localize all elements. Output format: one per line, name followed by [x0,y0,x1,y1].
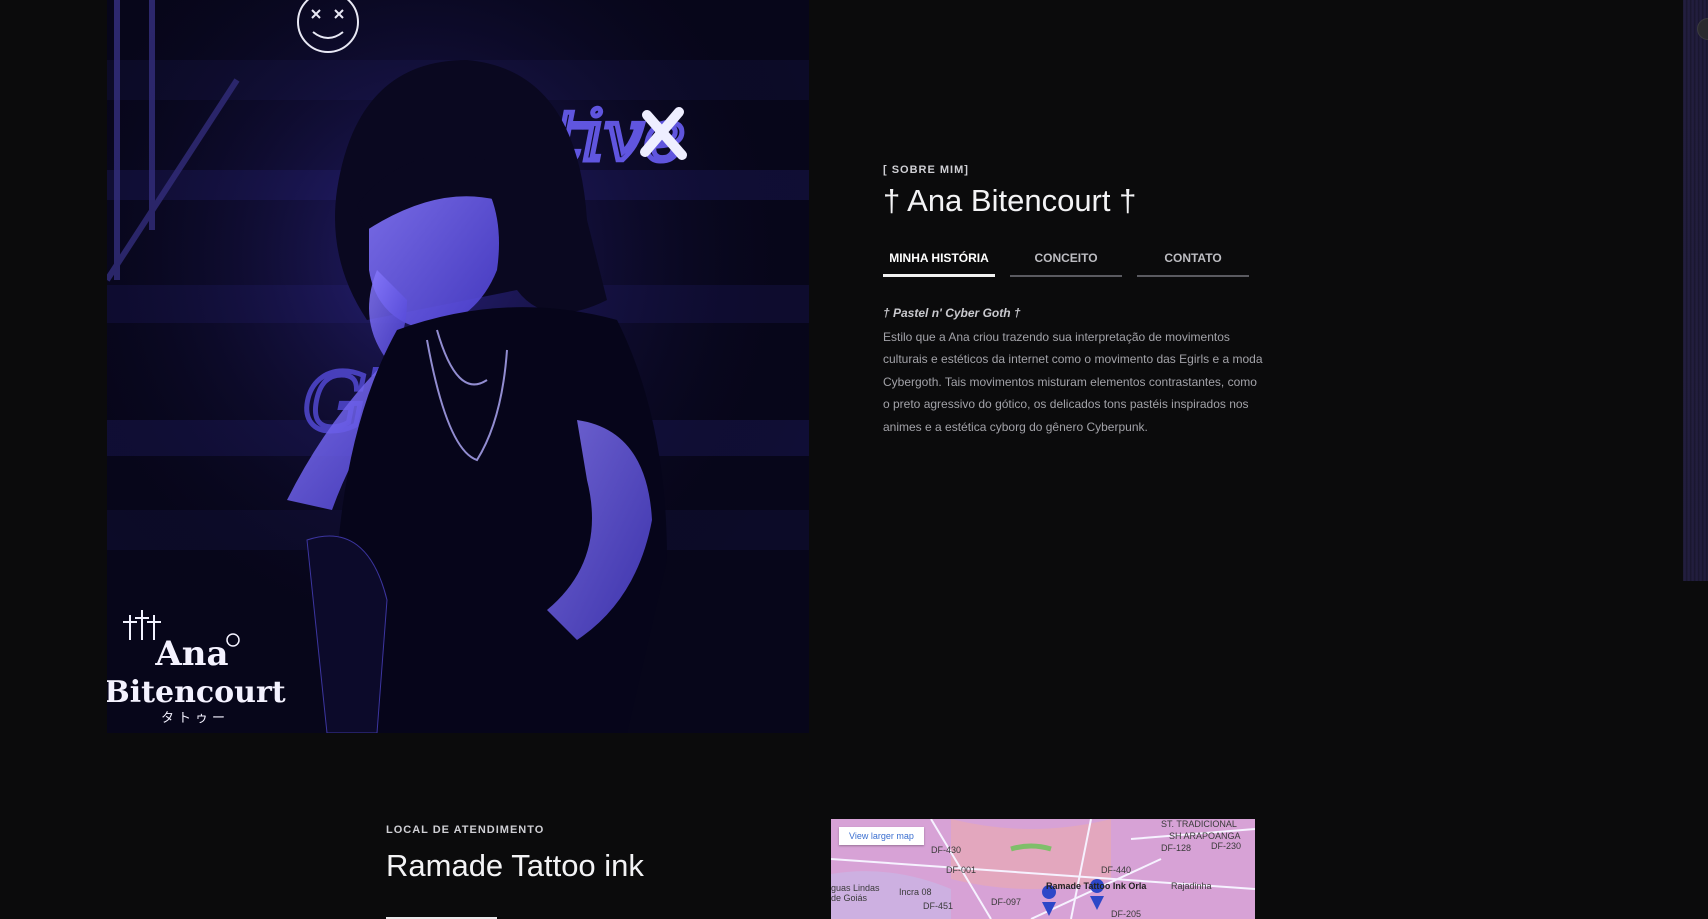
map-road-label-6: DF-451 [923,901,954,911]
map-road-label-3: DF-440 [1101,865,1132,875]
map-city-label: guas Lindas de Goiás [831,883,880,903]
map-area1-label: Rajadinha [1171,881,1212,891]
map-road-label-5: DF-205 [1111,909,1142,919]
adjacent-slide-edge [1683,0,1708,581]
map-area4-label: Incra 08 [899,887,932,897]
map-road-label-8: DF-128 [1161,843,1192,853]
map-road-label-1: DF-430 [931,845,962,855]
location-eyebrow: LOCAL DE ATENDIMENTO [386,824,545,836]
story-text: Estilo que a Ana criou trazendo sua inte… [883,330,1263,434]
logo-line1: Ana [154,634,228,674]
story-panel: † Pastel n' Cyber Goth † Estilo que a An… [883,306,1263,438]
map-road-label-4: DF-230 [1211,841,1242,851]
map-area2-label: ST. TRADICIONAL [1161,819,1237,829]
about-title: † Ana Bitencourt † [883,183,1137,218]
page: Positive Gl ts [0,0,1708,919]
location-title: Ramade Tattoo ink [386,848,644,883]
view-larger-map-link[interactable]: View larger map [839,827,924,845]
map-place-label: Ramade Tattoo Ink Orla [1046,881,1147,891]
map-road-label-2: DF-001 [946,865,977,875]
map-road-label-7: DF-097 [991,897,1022,907]
about-tabs: MINHA HISTÓRIA CONCEITO CONTATO [883,245,1249,277]
about-eyebrow: [ SOBRE MIM] [883,164,969,176]
tab-conceito[interactable]: CONCEITO [1010,245,1122,277]
logo-sub: タトゥー [161,711,229,726]
location-map[interactable]: View larger map Ramade Tattoo Ink Orla g… [831,819,1255,919]
map-area3-label: SH ARAPOANGA [1169,831,1241,841]
tab-minha-historia[interactable]: MINHA HISTÓRIA [883,245,995,277]
tab-contato[interactable]: CONTATO [1137,245,1249,277]
story-heading: † Pastel n' Cyber Goth † [883,306,1021,320]
logo-line2: Bitencourt [107,675,286,710]
artist-photo: Positive Gl ts [107,0,809,733]
